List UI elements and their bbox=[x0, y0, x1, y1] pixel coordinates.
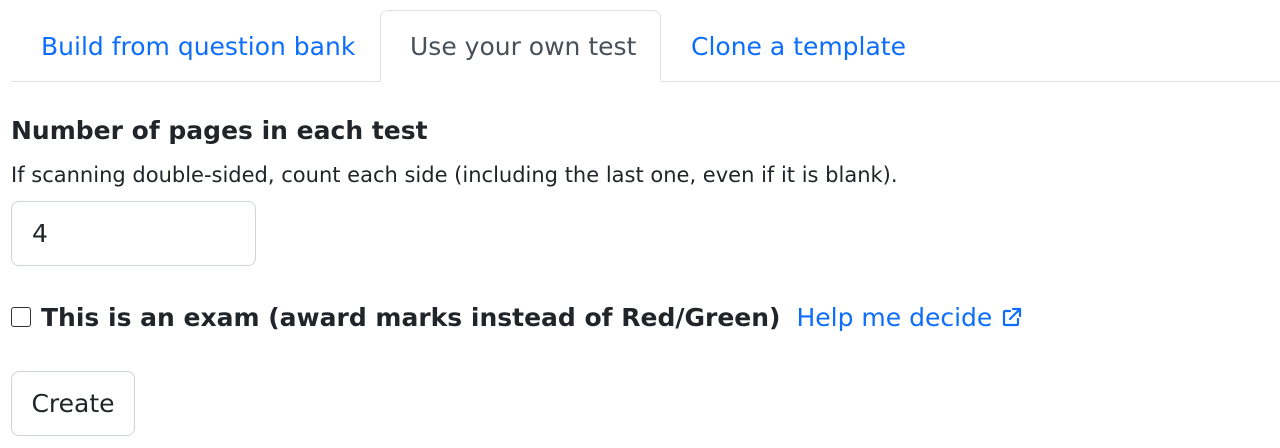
create-button[interactable]: Create bbox=[11, 371, 135, 436]
pages-label: Number of pages in each test bbox=[11, 116, 428, 145]
tab-label: Build from question bank bbox=[41, 31, 356, 61]
test-setup-page: Build from question bank Use your own te… bbox=[0, 0, 1280, 448]
tab-clone-a-template[interactable]: Clone a template bbox=[661, 10, 961, 82]
tab-label: Clone a template bbox=[691, 31, 906, 61]
external-link-icon bbox=[1000, 305, 1024, 329]
pages-count-input[interactable] bbox=[11, 201, 256, 266]
tab-bar: Build from question bank Use your own te… bbox=[11, 10, 1280, 82]
pages-help-text: If scanning double-sided, count each sid… bbox=[11, 163, 898, 187]
exam-checkbox[interactable] bbox=[11, 307, 31, 327]
tab-label: Use your own test bbox=[410, 31, 637, 61]
help-link-label: Help me decide bbox=[796, 302, 993, 332]
exam-label: This is an exam (award marks instead of … bbox=[41, 302, 781, 332]
tab-use-your-own-test[interactable]: Use your own test bbox=[380, 10, 661, 82]
exam-option-row: This is an exam (award marks instead of … bbox=[11, 298, 1024, 336]
tab-build-from-question-bank[interactable]: Build from question bank bbox=[11, 10, 380, 82]
help-me-decide-link[interactable]: Help me decide bbox=[796, 303, 1024, 332]
